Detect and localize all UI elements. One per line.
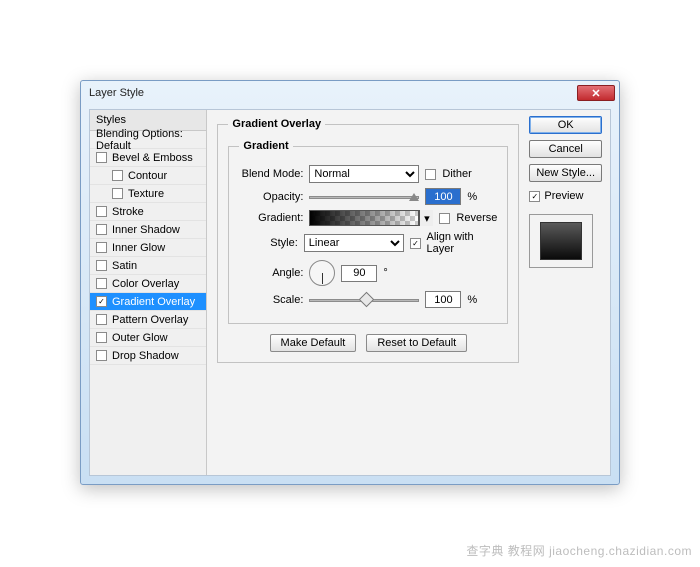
preview-swatch — [540, 222, 582, 260]
scale-unit: % — [467, 294, 477, 306]
scale-label: Scale: — [239, 294, 303, 306]
reverse-checkbox[interactable] — [439, 213, 450, 224]
style-item-label: Texture — [128, 188, 164, 200]
main-panel: Gradient Overlay Gradient Blend Mode: No… — [207, 110, 529, 475]
scale-slider[interactable] — [309, 293, 419, 307]
style-checkbox[interactable] — [112, 188, 123, 199]
style-item-satin[interactable]: Satin — [90, 257, 206, 275]
close-icon: ✕ — [591, 87, 600, 100]
style-item-label: Satin — [112, 260, 137, 272]
style-item-contour[interactable]: Contour — [90, 167, 206, 185]
dither-label: Dither — [442, 168, 471, 180]
style-checkbox[interactable] — [96, 350, 107, 361]
style-checkbox[interactable] — [96, 260, 107, 271]
opacity-unit: % — [467, 191, 477, 203]
style-checkbox[interactable] — [96, 152, 107, 163]
style-item-bevel-emboss[interactable]: Bevel & Emboss — [90, 149, 206, 167]
slider-thumb-icon[interactable] — [409, 188, 419, 201]
style-select[interactable]: Linear — [304, 234, 405, 252]
style-checkbox[interactable] — [96, 242, 107, 253]
style-item-label: Pattern Overlay — [112, 314, 188, 326]
make-default-button[interactable]: Make Default — [270, 334, 357, 352]
chevron-down-icon[interactable]: ▾ — [419, 210, 433, 226]
dialog-title: Layer Style — [89, 87, 144, 99]
angle-label: Angle: — [239, 267, 303, 279]
reset-default-button[interactable]: Reset to Default — [366, 334, 467, 352]
preview-box — [529, 214, 593, 268]
cancel-button[interactable]: Cancel — [529, 140, 602, 158]
gradient-picker[interactable]: ▾ — [309, 210, 433, 226]
ok-button[interactable]: OK — [529, 116, 602, 134]
gradient-overlay-group: Gradient Overlay Gradient Blend Mode: No… — [217, 118, 519, 363]
align-label: Align with Layer — [427, 231, 498, 255]
new-style-button[interactable]: New Style... — [529, 164, 602, 182]
style-item-drop-shadow[interactable]: Drop Shadow — [90, 347, 206, 365]
style-item-label: Inner Shadow — [112, 224, 180, 236]
blend-mode-select[interactable]: Normal — [309, 165, 419, 183]
angle-dial[interactable] — [309, 260, 335, 286]
style-item-color-overlay[interactable]: Color Overlay — [90, 275, 206, 293]
opacity-input[interactable] — [425, 188, 461, 205]
style-item-outer-glow[interactable]: Outer Glow — [90, 329, 206, 347]
style-item-blending-options-default[interactable]: Blending Options: Default — [90, 131, 206, 149]
style-checkbox[interactable]: ✓ — [96, 296, 107, 307]
layer-style-dialog: Layer Style ✕ Styles Blending Options: D… — [80, 80, 620, 485]
style-checkbox[interactable] — [96, 206, 107, 217]
style-item-label: Color Overlay — [112, 278, 179, 290]
style-checkbox[interactable] — [112, 170, 123, 181]
preview-label: Preview — [544, 190, 583, 202]
style-label: Style: — [239, 237, 297, 249]
titlebar[interactable]: Layer Style ✕ — [81, 81, 619, 105]
blend-mode-label: Blend Mode: — [239, 168, 303, 180]
style-item-label: Outer Glow — [112, 332, 168, 344]
style-item-label: Drop Shadow — [112, 350, 179, 362]
style-item-label: Blending Options: Default — [96, 128, 200, 152]
style-item-label: Gradient Overlay — [112, 296, 195, 308]
styles-sidebar: Styles Blending Options: DefaultBevel & … — [90, 110, 207, 475]
reverse-label: Reverse — [456, 212, 497, 224]
style-item-label: Contour — [128, 170, 167, 182]
style-item-inner-glow[interactable]: Inner Glow — [90, 239, 206, 257]
style-item-label: Bevel & Emboss — [112, 152, 193, 164]
opacity-slider[interactable] — [309, 190, 419, 204]
group-title: Gradient Overlay — [228, 118, 325, 130]
preview-checkbox[interactable]: ✓ — [529, 191, 540, 202]
dither-checkbox[interactable] — [425, 169, 436, 180]
style-item-label: Inner Glow — [112, 242, 165, 254]
dialog-body: Styles Blending Options: DefaultBevel & … — [89, 109, 611, 476]
gradient-swatch[interactable] — [309, 210, 419, 226]
style-checkbox[interactable] — [96, 224, 107, 235]
style-item-gradient-overlay[interactable]: ✓ Gradient Overlay — [90, 293, 206, 311]
style-item-texture[interactable]: Texture — [90, 185, 206, 203]
slider-thumb-icon[interactable] — [359, 291, 375, 307]
scale-input[interactable] — [425, 291, 461, 308]
right-panel: OK Cancel New Style... ✓ Preview — [529, 110, 610, 475]
angle-input[interactable] — [341, 265, 377, 282]
gradient-label: Gradient: — [239, 212, 303, 224]
style-checkbox[interactable] — [96, 278, 107, 289]
close-button[interactable]: ✕ — [577, 85, 615, 101]
watermark: 查字典 教程网 jiaocheng.chazidian.com — [466, 542, 692, 559]
gradient-group: Gradient Blend Mode: Normal Dither Opaci… — [228, 140, 508, 324]
angle-unit: ° — [383, 267, 387, 279]
style-item-stroke[interactable]: Stroke — [90, 203, 206, 221]
style-item-label: Stroke — [112, 206, 144, 218]
style-checkbox[interactable] — [96, 332, 107, 343]
style-item-inner-shadow[interactable]: Inner Shadow — [90, 221, 206, 239]
opacity-label: Opacity: — [239, 191, 303, 203]
style-item-pattern-overlay[interactable]: Pattern Overlay — [90, 311, 206, 329]
align-checkbox[interactable]: ✓ — [410, 238, 420, 249]
style-checkbox[interactable] — [96, 314, 107, 325]
gradient-sub-title: Gradient — [239, 140, 292, 152]
